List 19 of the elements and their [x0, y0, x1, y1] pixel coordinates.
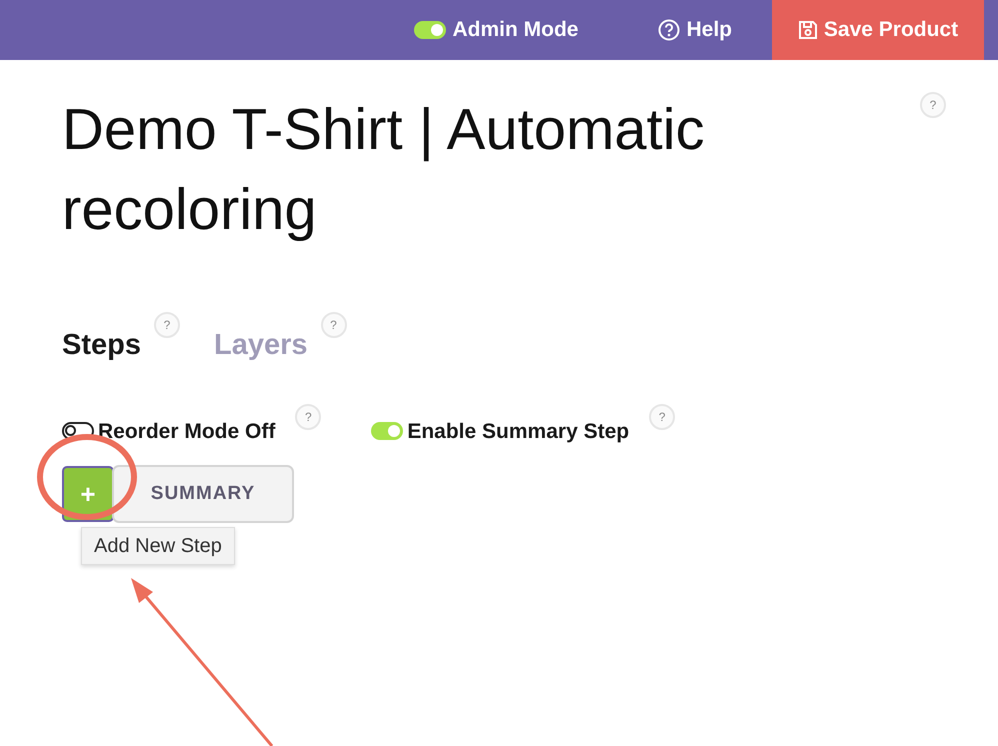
help-icon[interactable]: ? [295, 404, 322, 430]
reorder-mode-label: Reorder Mode Off [98, 418, 276, 444]
help-icon[interactable]: ? [920, 92, 946, 118]
page-title: Demo T-Shirt | Automatic recoloring [62, 96, 706, 244]
save-button[interactable]: Save Product [772, 0, 984, 60]
tab[interactable]: Layers [214, 324, 308, 368]
help-icon[interactable]: ? [649, 404, 676, 430]
help-icon [658, 19, 680, 41]
step-button[interactable]: SUMMARY [112, 465, 294, 523]
tooltip: Add New Step [81, 527, 235, 565]
toggle-switch[interactable] [62, 422, 94, 440]
help-icon[interactable]: ? [320, 312, 346, 338]
help-icon[interactable]: ? [154, 312, 180, 338]
toggle-switch[interactable] [371, 422, 404, 440]
toggle-switch[interactable] [414, 21, 446, 39]
tab[interactable]: Steps [62, 324, 141, 368]
admin-mode-label: Admin Mode [452, 17, 578, 44]
help-link[interactable]: Help [638, 0, 752, 60]
summary-step-label: Enable Summary Step [407, 418, 630, 444]
